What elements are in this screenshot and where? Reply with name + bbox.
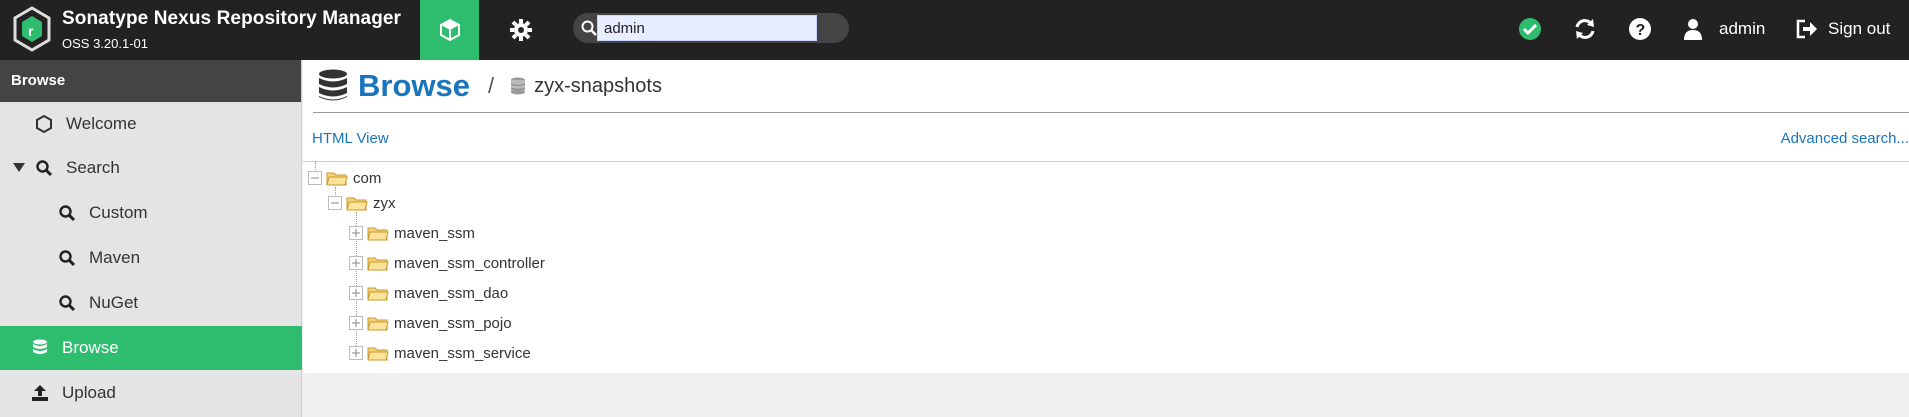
refresh-icon	[1575, 19, 1595, 39]
folder-open-icon	[367, 347, 389, 361]
app-version: OSS 3.20.1-01	[62, 36, 148, 51]
sidebar-item-maven[interactable]: Maven	[0, 236, 302, 280]
search-icon	[57, 248, 77, 268]
tree-node-folder[interactable]: maven_ssm	[349, 221, 475, 245]
search-icon	[57, 293, 77, 313]
sidebar: Browse Welcome Search Custom Maven NuGet	[0, 60, 302, 417]
user-menu[interactable]: admin	[1683, 14, 1765, 44]
sign-out-icon	[1796, 19, 1817, 39]
hexagon-icon	[34, 114, 54, 134]
help-icon: ?	[1629, 18, 1651, 40]
folder-open-icon	[367, 257, 389, 271]
sidebar-item-label: Browse	[62, 338, 119, 357]
tree-node-label: maven_ssm_controller	[394, 254, 545, 272]
sidebar-item-label: Maven	[89, 248, 141, 267]
breadcrumb-separator: /	[487, 73, 495, 98]
cube-icon	[439, 18, 460, 42]
user-name: admin	[1719, 19, 1766, 38]
main-panel: Browse / zyx-snapshots HTML View Advance…	[303, 60, 1909, 373]
tree-node-folder[interactable]: com	[308, 166, 381, 190]
folder-open-icon	[367, 287, 389, 301]
folder-open-icon	[326, 172, 348, 186]
sidebar-item-label: Upload	[62, 383, 116, 402]
repository-name: zyx-snapshots	[534, 74, 662, 97]
caret-down-icon[interactable]	[12, 158, 26, 178]
svg-text:?: ?	[1636, 22, 1646, 39]
tree-node-folder[interactable]: zyx	[328, 191, 396, 215]
tree-node-folder[interactable]: maven_ssm_dao	[349, 281, 508, 305]
divider	[303, 161, 1909, 162]
search-icon	[34, 158, 54, 178]
page-title[interactable]: Browse	[358, 68, 470, 104]
tree-node-label: maven_ssm_dao	[394, 284, 509, 302]
sidebar-item-upload[interactable]: Upload	[0, 371, 302, 415]
svg-text:r: r	[28, 23, 34, 39]
database-icon	[30, 338, 50, 358]
brand[interactable]: r Sonatype Nexus Repository Manager OSS …	[12, 6, 401, 52]
tree-node-label: maven_ssm_service	[394, 344, 531, 362]
sidebar-item-label: Custom	[89, 203, 148, 222]
search-input[interactable]	[597, 15, 817, 41]
database-icon	[319, 69, 347, 101]
check-circle-icon	[1519, 18, 1541, 40]
sidebar-item-label: NuGet	[89, 293, 139, 312]
expand-icon[interactable]	[349, 316, 363, 330]
tree-node-label: com	[353, 169, 382, 187]
repository-icon	[510, 77, 526, 95]
expand-icon[interactable]	[349, 256, 363, 270]
divider	[313, 112, 1909, 113]
top-bar: r Sonatype Nexus Repository Manager OSS …	[0, 0, 1909, 60]
user-icon	[1684, 19, 1702, 40]
sidebar-item-search[interactable]: Search	[0, 146, 302, 190]
collapse-icon[interactable]	[308, 171, 322, 185]
sidebar-item-custom[interactable]: Custom	[0, 191, 302, 235]
tree-node-label: maven_ssm_pojo	[394, 314, 512, 332]
signout-label: Sign out	[1828, 19, 1891, 38]
content-footer	[303, 373, 1909, 417]
advanced-search-link[interactable]: Advanced search...	[1781, 130, 1909, 147]
refresh-button[interactable]	[1570, 14, 1600, 44]
folder-open-icon	[367, 317, 389, 331]
expand-icon[interactable]	[349, 286, 363, 300]
expand-icon[interactable]	[349, 226, 363, 240]
gear-icon	[510, 19, 532, 41]
tree-node-label: maven_ssm	[394, 224, 475, 242]
expand-icon[interactable]	[349, 346, 363, 360]
search-icon	[581, 20, 597, 36]
sidebar-header: Browse	[0, 60, 301, 102]
folder-open-icon	[346, 197, 368, 211]
sidebar-item-browse[interactable]: Browse	[0, 326, 302, 370]
admin-mode-button[interactable]	[500, 0, 542, 60]
folder-open-icon	[367, 227, 389, 241]
upload-icon	[30, 383, 50, 403]
sidebar-item-label: Search	[66, 158, 120, 177]
tree-node-folder[interactable]: maven_ssm_pojo	[349, 311, 512, 335]
sidebar-item-welcome[interactable]: Welcome	[0, 102, 302, 146]
tree-node-folder[interactable]: maven_ssm_controller	[349, 251, 545, 275]
browse-mode-button[interactable]	[420, 0, 479, 60]
html-view-link[interactable]: HTML View	[312, 130, 389, 147]
tree-node-folder[interactable]: maven_ssm_service	[349, 341, 531, 365]
signout-button[interactable]: Sign out	[1796, 14, 1890, 44]
browse-toolbar: HTML View Advanced search...	[303, 130, 1909, 152]
help-button[interactable]: ?	[1625, 14, 1655, 44]
app-name: Sonatype Nexus Repository Manager	[62, 8, 402, 29]
search-box	[573, 13, 849, 43]
sidebar-item-nuget[interactable]: NuGet	[0, 281, 302, 325]
nexus-logo-icon: r	[13, 6, 51, 52]
status-ok-button[interactable]	[1515, 14, 1545, 44]
collapse-icon[interactable]	[328, 196, 342, 210]
tree-node-label: zyx	[373, 194, 396, 212]
sidebar-item-label: Welcome	[66, 114, 137, 133]
search-icon	[57, 203, 77, 223]
breadcrumb: Browse / zyx-snapshots	[318, 60, 662, 112]
